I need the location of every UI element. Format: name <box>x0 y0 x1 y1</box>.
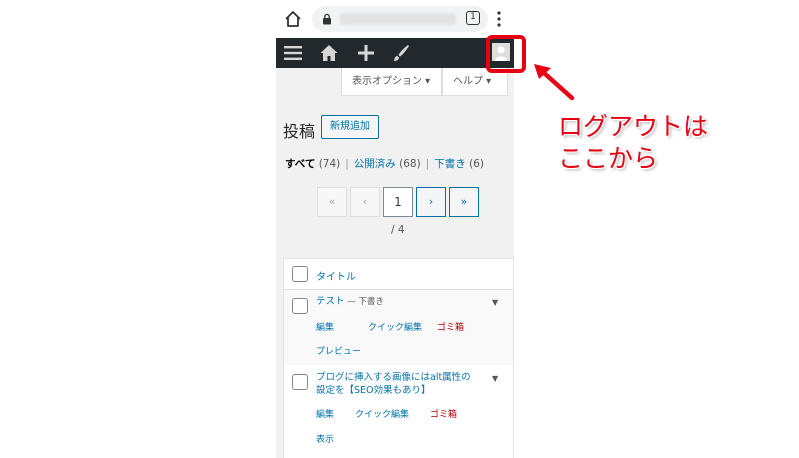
screen-options-button[interactable]: 表示オプション ▾ <box>341 68 442 96</box>
mobile-browser: 1 表示オプション ▾ ヘルプ ▾ 投稿 新規追加 すべて (74) | 公開済み <box>276 0 514 458</box>
row-checkbox[interactable] <box>292 298 308 314</box>
tab-switcher-icon[interactable]: 1 <box>466 11 480 25</box>
lock-icon <box>323 13 331 25</box>
trash-link[interactable]: ゴミ箱 <box>430 407 457 420</box>
home-icon[interactable] <box>283 9 303 29</box>
address-bar[interactable] <box>312 6 488 32</box>
add-new-button[interactable]: 新規追加 <box>321 115 379 139</box>
table-row: ブログに挿入する画像にはalt属性の 設定を【SEO効果もあり】 ▼ 編集 クイ… <box>284 365 513 458</box>
post-title-line1[interactable]: ブログに挿入する画像にはalt属性の <box>316 371 471 384</box>
post-title-line2[interactable]: 設定を【SEO効果もあり】 <box>316 384 471 397</box>
filter-published-count: (68) <box>399 158 421 170</box>
post-title-link[interactable]: ブログに挿入する画像にはalt属性の 設定を【SEO効果もあり】 <box>316 371 471 397</box>
kebab-menu-icon[interactable] <box>496 10 502 28</box>
logout-highlight-box <box>486 35 526 73</box>
last-page-button[interactable]: » <box>449 187 479 217</box>
quick-edit-link[interactable]: クイック編集 <box>368 320 422 333</box>
customize-brush-icon[interactable] <box>391 43 411 63</box>
filter-drafts-count: (6) <box>469 158 484 170</box>
total-pages: / 4 <box>391 224 405 236</box>
menu-icon[interactable] <box>283 43 303 63</box>
current-page-input[interactable]: 1 <box>383 187 413 217</box>
posts-table: タイトル テスト — 下書き ▼ 編集 クイック編集 ゴミ箱 プレビュー ブログ… <box>283 258 514 458</box>
select-all-checkbox[interactable] <box>292 266 308 282</box>
plus-icon[interactable] <box>356 43 376 63</box>
post-title-link[interactable]: テスト — 下書き <box>316 295 384 309</box>
post-state: — 下書き <box>344 297 384 307</box>
preview-link[interactable]: プレビュー <box>316 344 361 357</box>
wp-admin-bar <box>276 38 514 68</box>
first-page-button: « <box>317 187 347 217</box>
arrow-icon <box>531 61 576 102</box>
next-page-button[interactable]: › <box>416 187 446 217</box>
filter-separator: | <box>425 158 430 170</box>
post-status-filters: すべて (74) | 公開済み (68) | 下書き (6) <box>285 156 484 171</box>
trash-link[interactable]: ゴミ箱 <box>437 320 464 333</box>
edit-link[interactable]: 編集 <box>316 320 334 333</box>
address-url-blurred <box>340 13 456 25</box>
prev-page-button: ‹ <box>350 187 380 217</box>
view-link[interactable]: 表示 <box>316 432 334 445</box>
quick-edit-link[interactable]: クイック編集 <box>355 407 409 420</box>
table-row: テスト — 下書き ▼ 編集 クイック編集 ゴミ箱 プレビュー <box>284 289 513 366</box>
logout-callout-text: ログアウトは ここから <box>558 112 709 173</box>
filter-all[interactable]: すべて <box>285 158 315 170</box>
browser-toolbar: 1 <box>276 0 514 38</box>
dashboard-home-icon[interactable] <box>319 43 339 63</box>
post-title[interactable]: テスト <box>316 296 345 307</box>
filter-all-count: (74) <box>318 158 341 170</box>
filter-separator: | <box>345 158 349 170</box>
edit-link[interactable]: 編集 <box>316 407 334 420</box>
filter-drafts[interactable]: 下書き <box>434 158 466 170</box>
toggle-row-icon[interactable]: ▼ <box>492 298 498 307</box>
page-title: 投稿 <box>283 122 316 141</box>
row-checkbox[interactable] <box>292 374 308 390</box>
filter-published[interactable]: 公開済み <box>354 158 396 170</box>
toggle-row-icon[interactable]: ▼ <box>492 374 498 383</box>
column-title-header[interactable]: タイトル <box>316 268 356 283</box>
